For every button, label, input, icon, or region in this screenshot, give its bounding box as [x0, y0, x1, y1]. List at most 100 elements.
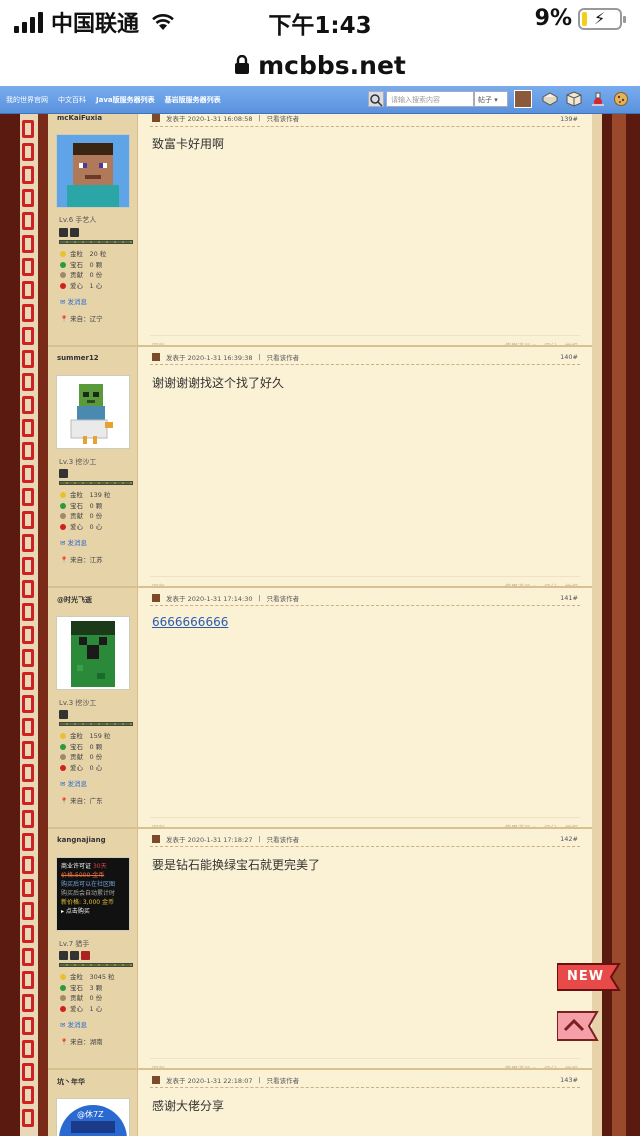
location-label: 来自：湖南	[70, 1038, 103, 1046]
chain-link	[22, 419, 34, 437]
avatar[interactable]	[56, 134, 130, 208]
user-location: 📍 来自：江苏	[60, 556, 103, 564]
battery-percent: 9%	[534, 6, 572, 31]
medals	[59, 710, 68, 719]
search-type-select[interactable]: 帖子 ▾	[474, 91, 508, 107]
location-label: 来自：辽宁	[70, 315, 103, 323]
contribution-stat: 贡献 0 份	[70, 994, 103, 1002]
post-message: 谢谢谢谢找这个找了好久	[152, 376, 285, 390]
site-nav: 我的世界官网 中文百科 Java版服务器列表 基岩版服务器列表 请输入搜索内容 …	[0, 86, 640, 114]
user-level: Lv.7 猎手	[59, 940, 90, 948]
author-username[interactable]: @时光飞逝	[57, 595, 92, 605]
floor-number[interactable]: 143#	[560, 1076, 578, 1084]
post-time: 发表于 2020-1-31 16:08:58	[166, 115, 253, 123]
gold-nugget-icon	[60, 492, 66, 498]
author-profile: @时光飞逝 Lv.3 挖沙工 金粒 159 粒 宝石 0 颗 贡献 0 份 爱心…	[48, 588, 138, 830]
avatar[interactable]	[56, 616, 130, 690]
nav-link-bedrock-servers[interactable]: 基岩版服务器列表	[165, 95, 221, 105]
chain-link	[22, 1086, 34, 1104]
only-author-link[interactable]: 只看该作者	[267, 1075, 300, 1085]
chain-link	[22, 488, 34, 506]
chain-link	[22, 672, 34, 690]
back-to-top-button[interactable]	[556, 1010, 601, 1042]
search-input[interactable]: 请输入搜索内容	[386, 91, 474, 107]
chain-link	[22, 143, 34, 161]
nav-link-wiki[interactable]: 中文百科	[58, 95, 86, 105]
send-message-label[interactable]: 发消息	[68, 1021, 88, 1029]
send-message-link[interactable]: ✉ 发消息	[60, 296, 87, 306]
cookie-icon[interactable]	[612, 91, 630, 107]
post-141: @时光飞逝 Lv.3 挖沙工 金粒 159 粒 宝石 0 颗 贡献 0 份 爱心…	[48, 588, 592, 832]
contribution-icon	[60, 995, 66, 1001]
left-border	[0, 114, 20, 1136]
medals	[59, 951, 90, 960]
floor-number[interactable]: 141#	[560, 594, 578, 602]
url-text[interactable]: mcbbs.net	[258, 51, 406, 80]
send-message-link[interactable]: ✉ 发消息	[60, 1019, 87, 1029]
new-label: NEW	[567, 969, 605, 984]
address-bar[interactable]: mcbbs.net	[0, 44, 640, 86]
avatar[interactable]	[56, 375, 130, 449]
gold-nugget-icon	[60, 251, 66, 257]
post-meta: 发表于 2020-1-31 17:14:30 | 只看该作者	[152, 593, 299, 603]
chain-link	[22, 235, 34, 253]
send-message-label[interactable]: 发消息	[68, 539, 88, 547]
mini-avatar	[152, 1076, 160, 1084]
floor-number[interactable]: 139#	[560, 115, 578, 123]
send-message-link[interactable]: ✉ 发消息	[60, 778, 87, 788]
love-stat: 爱心 1 心	[70, 281, 103, 290]
love-stat: 爱心 1 心	[70, 1004, 103, 1013]
nav-link-java-servers[interactable]: Java版服务器列表	[96, 95, 155, 105]
post-time: 发表于 2020-1-31 17:14:30	[166, 595, 253, 603]
potion-icon[interactable]	[589, 91, 607, 107]
gold-stat: 金粒 3045 粒	[70, 973, 115, 981]
avatar[interactable]: 商业许可证 30天 价格:5000 金币 购买后可以在社区图 购买后会自动累计时…	[56, 857, 130, 931]
avatar[interactable]: @休7Z	[56, 1098, 130, 1136]
notification-icon[interactable]	[565, 91, 583, 107]
author-username[interactable]: summer12	[57, 354, 99, 362]
contribution-stat: 贡献 0 份	[70, 271, 103, 279]
author-username[interactable]: mcKaiFuxia	[57, 114, 102, 122]
user-location: 📍 来自：湖南	[60, 1038, 103, 1046]
chain-link	[22, 649, 34, 667]
only-author-link[interactable]: 只看该作者	[267, 834, 300, 844]
mini-avatar	[152, 114, 160, 122]
send-message-label[interactable]: 发消息	[68, 780, 88, 788]
chain-link	[22, 212, 34, 230]
only-author-link[interactable]: 只看该作者	[267, 352, 300, 362]
search-icon[interactable]	[368, 91, 384, 107]
chain-link	[22, 580, 34, 598]
nav-link-official[interactable]: 我的世界官网	[6, 95, 48, 105]
lock-icon	[235, 55, 250, 74]
only-author-link[interactable]: 只看该作者	[267, 593, 300, 603]
send-message-link[interactable]: ✉ 发消息	[60, 537, 87, 547]
only-author-link[interactable]: 只看该作者	[267, 113, 300, 123]
message-icon[interactable]	[541, 91, 559, 107]
floor-number[interactable]: 142#	[560, 835, 578, 843]
chain-link	[22, 833, 34, 851]
user-location: 📍 来自：辽宁	[60, 315, 103, 323]
status-bar: 中国联通 下午1:43 9% ⚡	[0, 0, 640, 44]
chain-link	[22, 879, 34, 897]
card-title: 商业许可证	[61, 863, 92, 870]
post-content: 发表于 2020-1-31 16:08:58 | 只看该作者 139# 致富卡好用啊…	[138, 113, 592, 350]
chain-link	[22, 925, 34, 943]
post-message-link[interactable]: 6666666666	[152, 615, 228, 629]
author-username[interactable]: 坑丶年华	[57, 1077, 85, 1087]
post-139: mcKaiFuxia Lv.6 手艺人 金粒 20 粒 宝石 0 颗 贡献 0 …	[48, 113, 592, 350]
card-duration: 30天	[92, 863, 107, 870]
user-avatar[interactable]	[514, 90, 532, 108]
chain-link	[22, 810, 34, 828]
chain-link	[22, 1017, 34, 1035]
chain-link	[22, 695, 34, 713]
post-content: 发表于 2020-1-31 16:39:38 | 只看该作者 140# 谢谢谢谢找这…	[138, 347, 592, 591]
chain-link	[22, 465, 34, 483]
exp-bar	[59, 481, 133, 485]
user-stats: 金粒 139 粒 宝石 0 颗 贡献 0 份 爱心 0 心	[60, 490, 110, 532]
new-post-button[interactable]: NEW	[556, 962, 623, 992]
floor-number[interactable]: 140#	[560, 353, 578, 361]
send-message-label[interactable]: 发消息	[68, 298, 88, 306]
author-username[interactable]: kangnajiang	[57, 836, 106, 844]
contribution-icon	[60, 513, 66, 519]
card-old-price: 价格:5000 金币	[61, 872, 105, 879]
